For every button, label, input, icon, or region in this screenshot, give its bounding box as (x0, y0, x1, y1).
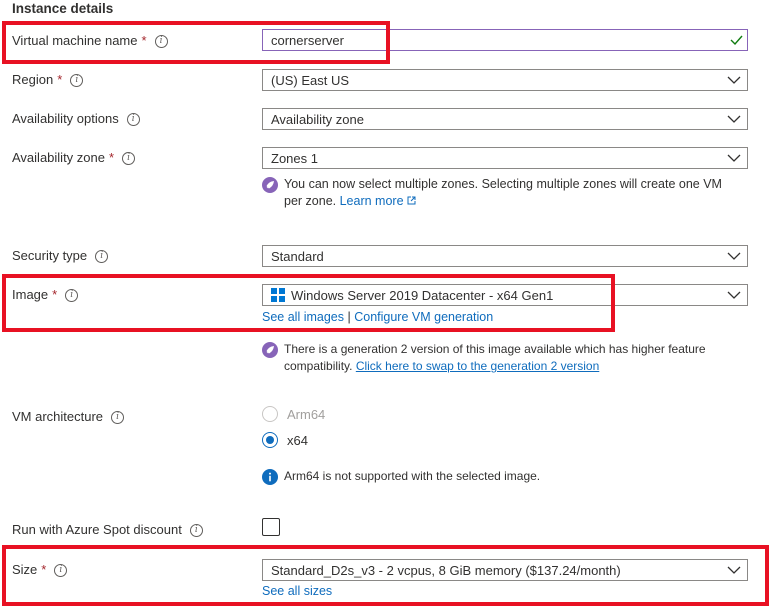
availability-zone-label: Availability zone * i (12, 148, 136, 168)
chevron-down-icon (721, 285, 747, 305)
info-icon[interactable]: i (70, 73, 84, 87)
swap-generation-link[interactable]: Click here to swap to the generation 2 v… (356, 359, 599, 373)
rocket-icon (262, 342, 278, 358)
learn-more-link[interactable]: Learn more (340, 194, 404, 208)
radio-button[interactable] (262, 406, 278, 422)
availability-zone-dropdown[interactable]: Zones 1 (262, 147, 748, 169)
info-icon[interactable]: i (122, 151, 136, 165)
external-link-icon (407, 194, 416, 208)
security-type-dropdown[interactable]: Standard (262, 245, 748, 267)
info-icon[interactable]: i (189, 523, 203, 537)
vm-architecture-label: VM architecture i (12, 407, 125, 427)
arm64-info-note: Arm64 is not supported with the selected… (262, 468, 540, 485)
rocket-icon (262, 177, 278, 193)
security-type-label: Security type i (12, 246, 109, 266)
info-icon[interactable]: i (95, 249, 109, 263)
required-mark: * (108, 150, 115, 165)
availability-zone-note: You can now select multiple zones. Selec… (262, 176, 752, 210)
info-icon[interactable]: i (111, 410, 125, 424)
radio-button-selected[interactable] (262, 432, 278, 448)
spot-discount-label: Run with Azure Spot discount i (12, 520, 203, 540)
chevron-down-icon (721, 148, 747, 168)
section-title: Instance details (12, 1, 114, 16)
chevron-down-icon (721, 70, 747, 90)
image-generation-note: There is a generation 2 version of this … (262, 341, 762, 375)
availability-options-label: Availability options i (12, 109, 140, 129)
availability-options-dropdown[interactable]: Availability zone (262, 108, 748, 130)
region-dropdown[interactable]: (US) East US (262, 69, 748, 91)
checkmark-icon (725, 35, 747, 45)
chevron-down-icon (721, 246, 747, 266)
info-filled-icon (262, 469, 278, 485)
spot-discount-checkbox[interactable] (262, 518, 280, 536)
radio-x64[interactable]: x64 (262, 430, 308, 450)
chevron-down-icon (721, 109, 747, 129)
region-label: Region * i (12, 70, 84, 90)
highlight-box-vm-name (2, 21, 390, 64)
highlight-box-size (2, 545, 769, 606)
radio-arm64[interactable]: Arm64 (262, 404, 325, 424)
info-icon[interactable]: i (126, 112, 140, 126)
highlight-box-image (2, 274, 615, 332)
required-mark: * (57, 72, 63, 87)
